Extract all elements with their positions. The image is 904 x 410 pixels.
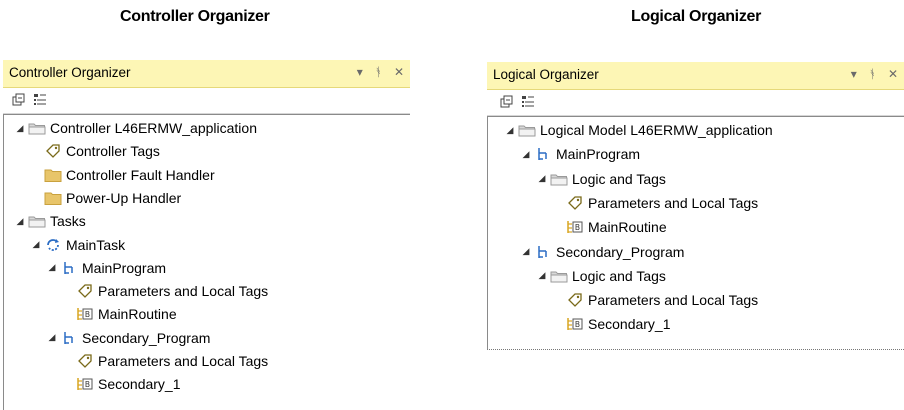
program-icon: [534, 244, 552, 260]
expand-arrow-icon[interactable]: ◢: [14, 123, 26, 134]
tag-icon: [566, 292, 584, 308]
tree-item-label: Parameters and Local Tags: [98, 353, 269, 369]
tree-item-label: Controller Tags: [66, 143, 160, 160]
expand-arrow-icon[interactable]: ◢: [46, 332, 58, 343]
svg-text:B: B: [85, 310, 90, 319]
expand-arrow-icon[interactable]: ◢: [520, 149, 532, 160]
tree-item[interactable]: Parameters and Local Tags: [62, 350, 268, 372]
expand-arrow-icon[interactable]: ◢: [504, 125, 516, 136]
logical-organizer-toolbar: [487, 90, 904, 116]
folder-open-icon: [550, 268, 568, 284]
dropdown-icon[interactable]: ▾: [851, 66, 857, 82]
tree-item[interactable]: ◢ MainProgram: [520, 143, 641, 165]
logical-organizer-tree: ◢ Logical Model L46ERMW_application ◢ Mai…: [487, 116, 904, 350]
panel-title: Logical Organizer: [493, 67, 599, 82]
routine-icon: B: [76, 376, 94, 392]
tree-item-label: Logical Model L46ERMW_application: [540, 122, 773, 138]
tree-item-label: Parameters and Local Tags: [588, 292, 759, 309]
tree-item-label: MainRoutine: [98, 306, 177, 323]
tree-item[interactable]: B Secondary_1: [62, 373, 181, 395]
tree-item-label: Parameters and Local Tags: [98, 283, 269, 300]
folder-open-icon: [28, 120, 46, 136]
tree-item[interactable]: Controller Fault Handler: [30, 164, 215, 186]
tree-item-label: MainProgram: [82, 259, 167, 276]
tree-item[interactable]: Parameters and Local Tags: [552, 289, 758, 311]
tree-item[interactable]: ◢ MainTask: [30, 234, 126, 256]
expand-arrow-icon[interactable]: ◢: [14, 216, 26, 227]
tag-icon: [44, 143, 62, 159]
logical-organizer-panel: Logical Organizer ▾ ᚬ ✕ ◢ Logical Model …: [487, 62, 904, 350]
tag-icon: [76, 283, 94, 299]
routine-icon: B: [566, 316, 584, 332]
tree-item[interactable]: B Secondary_1: [552, 313, 671, 335]
routine-icon: B: [566, 219, 584, 235]
program-icon: [60, 260, 78, 276]
tree-item-label: Logic and Tags: [572, 267, 666, 284]
tree-item[interactable]: Power-Up Handler: [30, 187, 181, 209]
caption-logical-organizer: Logical Organizer: [631, 8, 762, 25]
collapse-all-icon[interactable]: [12, 93, 26, 107]
expand-arrow-icon[interactable]: ◢: [30, 239, 42, 250]
program-icon: [534, 146, 552, 162]
tree-item-label: Secondary_Program: [82, 329, 211, 346]
tree-item[interactable]: B MainRoutine: [552, 216, 667, 238]
caption-controller-organizer: Controller Organizer: [120, 8, 270, 25]
folder-icon: [44, 167, 62, 183]
panel-title: Controller Organizer: [9, 65, 131, 80]
program-icon: [60, 330, 78, 346]
tree-item-label: Logic and Tags: [572, 170, 666, 187]
pin-icon[interactable]: ᚬ: [869, 66, 876, 82]
tree-item[interactable]: B MainRoutine: [62, 303, 177, 325]
controller-organizer-toolbar: [3, 88, 410, 114]
tree-item[interactable]: ◢ Tasks: [14, 210, 86, 232]
tree-item[interactable]: ◢ Secondary_Program: [46, 327, 211, 349]
tree-item-label: Secondary_1: [588, 316, 671, 333]
tree-item[interactable]: Parameters and Local Tags: [62, 280, 268, 302]
tree-item[interactable]: ◢ Controller L46ERMW_application: [14, 117, 257, 139]
folder-open-icon: [28, 213, 46, 229]
tree-item-label: Controller L46ERMW_application: [50, 120, 257, 136]
tree-item-label: Power-Up Handler: [66, 189, 182, 206]
close-icon[interactable]: ✕: [394, 64, 404, 80]
tree-item[interactable]: ◢ MainProgram: [46, 257, 167, 279]
expand-arrow-icon[interactable]: ◢: [536, 173, 548, 184]
svg-text:B: B: [575, 223, 580, 232]
tag-icon: [76, 353, 94, 369]
tree-item-label: Secondary_1: [98, 376, 181, 393]
collapse-all-icon[interactable]: [500, 95, 514, 109]
task-cycle-icon: [44, 237, 62, 253]
expand-arrow-icon[interactable]: ◢: [536, 270, 548, 281]
controller-organizer-titlebar: Controller Organizer ▾ ᚬ ✕: [3, 60, 410, 88]
expand-all-icon[interactable]: [33, 93, 47, 107]
tree-item[interactable]: ◢ Logical Model L46ERMW_application: [504, 119, 773, 141]
tree-item-label: Secondary_Program: [556, 243, 685, 260]
controller-organizer-tree: ◢ Controller L46ERMW_application Control…: [3, 114, 410, 410]
tree-item-label: Controller Fault Handler: [66, 166, 215, 183]
tag-icon: [566, 195, 584, 211]
expand-all-icon[interactable]: [521, 95, 535, 109]
folder-icon: [44, 190, 62, 206]
pin-icon[interactable]: ᚬ: [375, 64, 382, 80]
tree-item[interactable]: ◢ Secondary_Program: [520, 241, 685, 263]
expand-arrow-icon[interactable]: ◢: [520, 246, 532, 257]
expand-arrow-icon[interactable]: ◢: [46, 262, 58, 273]
tree-item[interactable]: ◢ Logic and Tags: [536, 168, 666, 190]
folder-open-icon: [518, 122, 536, 138]
tree-item[interactable]: ◢ Logic and Tags: [536, 265, 666, 287]
tree-item[interactable]: Controller Tags: [30, 140, 160, 162]
dropdown-icon[interactable]: ▾: [357, 64, 363, 80]
tree-item-label: MainRoutine: [588, 219, 667, 236]
controller-organizer-panel: Controller Organizer ▾ ᚬ ✕ ◢ Controller …: [3, 60, 410, 410]
logical-organizer-titlebar: Logical Organizer ▾ ᚬ ✕: [487, 62, 904, 90]
routine-icon: B: [76, 306, 94, 322]
svg-text:B: B: [85, 380, 90, 389]
close-icon[interactable]: ✕: [888, 66, 898, 82]
tree-item-label: MainProgram: [556, 146, 641, 163]
tree-item-label: MainTask: [66, 236, 126, 253]
tree-item-label: Parameters and Local Tags: [588, 194, 759, 211]
tree-item-label: Tasks: [50, 213, 86, 230]
folder-open-icon: [550, 171, 568, 187]
svg-text:B: B: [575, 320, 580, 329]
tree-item[interactable]: Parameters and Local Tags: [552, 192, 758, 214]
